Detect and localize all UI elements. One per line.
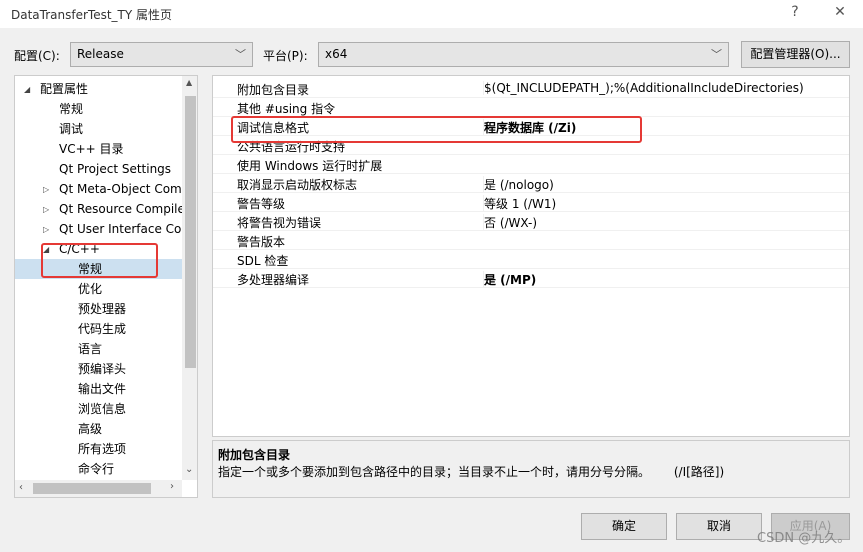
- tree-item-label: Qt Project Settings: [59, 162, 172, 176]
- property-tree[interactable]: ◢ 配置属性常规调试 VC++ 目录 Qt Project Settings ▷ Qt M…: [14, 75, 198, 498]
- property-row[interactable]: 其他 #using 指令: [213, 98, 849, 117]
- property-name: SDL 检查: [237, 254, 289, 268]
- tree-item-label: 高级: [78, 422, 103, 436]
- tree-item-label: 优化: [78, 282, 103, 296]
- tree-item-label: VC++ 目录: [59, 142, 124, 156]
- property-name: 其他 #using 指令: [237, 102, 336, 116]
- property-name: 将警告视为错误: [237, 216, 322, 230]
- scroll-down-icon[interactable]: ⌄: [185, 464, 193, 475]
- collapsed-arrow-icon[interactable]: ▷: [43, 200, 49, 220]
- tree-item-label: 常规: [59, 102, 84, 116]
- property-row[interactable]: 附加包含目录 $(Qt_INCLUDEPATH_);%(AdditionalInc…: [213, 79, 849, 98]
- config-value: Release: [77, 47, 124, 61]
- horizontal-scrollbar[interactable]: ‹ ›: [15, 480, 182, 497]
- property-value[interactable]: 等级 1 (/W1): [483, 195, 556, 212]
- scroll-up-icon[interactable]: ▲: [186, 78, 192, 87]
- property-value[interactable]: $(Qt_INCLUDEPATH_);%(AdditionalIncludeDi…: [483, 81, 804, 95]
- scroll-left-icon[interactable]: ‹: [19, 482, 23, 493]
- collapsed-arrow-icon[interactable]: ▷: [43, 180, 49, 200]
- config-select[interactable]: Release ﹀: [70, 42, 253, 67]
- description-text: 指定一个或多个要添加到包含路径中的目录；当目录不止一个时，请用分号分隔。 (/I…: [218, 463, 724, 480]
- description-title: 附加包含目录: [218, 448, 291, 462]
- vertical-scrollbar[interactable]: ▲ ⌄: [182, 76, 197, 480]
- highlight-box: [41, 243, 158, 278]
- scrollbar-thumb[interactable]: [185, 96, 196, 368]
- property-row[interactable]: 警告等级 等级 1 (/W1): [213, 193, 849, 212]
- config-label: 配置(C):: [14, 49, 60, 63]
- property-value[interactable]: 是 (/MP): [483, 271, 536, 288]
- tree-item-label: 输出文件: [78, 382, 127, 396]
- property-value[interactable]: 是 (/nologo): [483, 176, 554, 193]
- property-row[interactable]: 将警告视为错误 否 (/WX-): [213, 212, 849, 231]
- description-switch: (/I[路径]): [673, 465, 725, 479]
- property-name: 使用 Windows 运行时扩展: [237, 159, 383, 173]
- scrollbar-thumb[interactable]: [33, 483, 151, 494]
- window-title: DataTransferTest_TY 属性页: [11, 8, 173, 22]
- scroll-right-icon[interactable]: ›: [170, 481, 174, 492]
- property-name: 附加包含目录: [237, 83, 310, 97]
- property-row[interactable]: 使用 Windows 运行时扩展: [213, 155, 849, 174]
- chevron-down-icon: ﹀: [235, 48, 246, 61]
- expanded-arrow-icon[interactable]: ◢: [24, 80, 30, 100]
- platform-value: x64: [325, 47, 348, 61]
- tree-item-label: 所有选项: [78, 442, 127, 456]
- highlight-box: [231, 116, 642, 143]
- property-row[interactable]: 警告版本: [213, 231, 849, 250]
- close-button[interactable]: ✕: [830, 4, 850, 20]
- tree-item-label: 预编译头: [78, 362, 127, 376]
- property-row[interactable]: SDL 检查: [213, 250, 849, 269]
- property-name: 取消显示启动版权标志: [237, 178, 358, 192]
- watermark: CSDN @九久。: [757, 531, 851, 546]
- property-name: 警告等级: [237, 197, 286, 211]
- tree-item-label: Qt Meta-Object Com: [59, 182, 182, 196]
- tree-item-label: 浏览信息: [78, 402, 127, 416]
- tree-item-label: 调试: [59, 122, 84, 136]
- config-manager-button[interactable]: 配置管理器(O)...: [741, 41, 850, 68]
- property-row[interactable]: 多处理器编译 是 (/MP): [213, 269, 849, 288]
- tree-item-label: 代码生成: [78, 322, 127, 336]
- cancel-button[interactable]: 取消: [676, 513, 762, 540]
- platform-label: 平台(P):: [263, 49, 308, 63]
- platform-select[interactable]: x64 ﹀: [318, 42, 729, 67]
- property-row[interactable]: 取消显示启动版权标志 是 (/nologo): [213, 174, 849, 193]
- tree-item-label: 预处理器: [78, 302, 127, 316]
- chevron-down-icon: ﹀: [711, 48, 722, 61]
- ok-button[interactable]: 确定: [581, 513, 667, 540]
- title-bar: DataTransferTest_TY 属性页 ? ✕: [0, 0, 863, 28]
- tree-item-label: Qt User Interface Cor: [59, 222, 187, 236]
- collapsed-arrow-icon[interactable]: ▷: [43, 220, 49, 240]
- tree-item-label: 配置属性: [40, 82, 89, 96]
- help-button[interactable]: ?: [785, 4, 805, 20]
- description-panel: 附加包含目录 指定一个或多个要添加到包含路径中的目录；当目录不止一个时，请用分号…: [212, 440, 850, 498]
- property-name: 多处理器编译: [237, 273, 310, 287]
- tree-item-label: 命令行: [78, 462, 115, 476]
- property-name: 警告版本: [237, 235, 286, 249]
- description-body: 指定一个或多个要添加到包含路径中的目录；当目录不止一个时，请用分号分隔。: [218, 465, 651, 479]
- tree-item-label: Qt Resource Compile: [59, 202, 185, 216]
- property-value[interactable]: 否 (/WX-): [483, 214, 537, 231]
- tree-item-label: 语言: [78, 342, 103, 356]
